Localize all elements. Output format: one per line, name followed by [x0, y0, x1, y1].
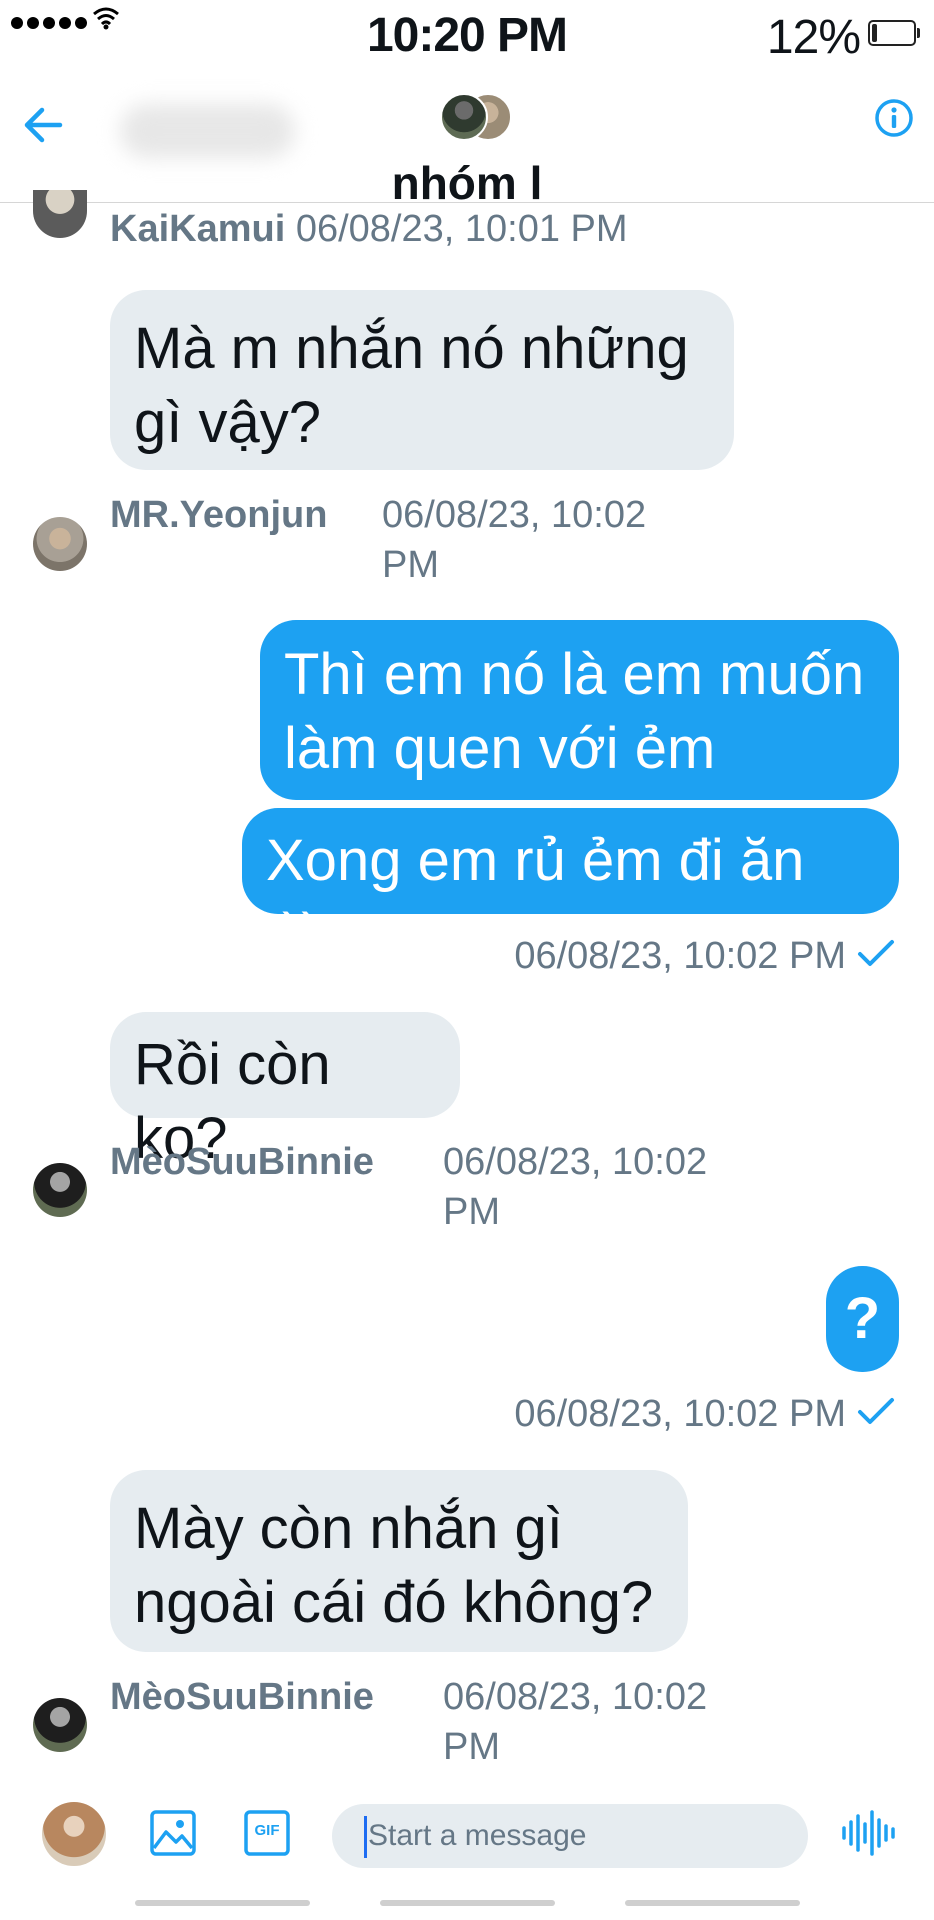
- gif-button[interactable]: GIF: [242, 1808, 292, 1858]
- check-icon: [856, 1396, 896, 1431]
- message-timestamp: 06/08/23, 10:02 PM: [443, 1141, 708, 1233]
- message-timestamp: 06/08/23, 10:02 PM: [382, 494, 647, 586]
- bottom-bar: [135, 1900, 310, 1906]
- message-meta: KaiKamui 06/08/23, 10:01 PM: [110, 204, 628, 254]
- voice-waveform-icon: [842, 1810, 895, 1856]
- arrow-left-icon: [24, 107, 63, 143]
- message-text-line: Mày còn nhắn gì: [134, 1496, 563, 1561]
- sent-timestamp: 06/08/23, 10:02 PM: [514, 935, 846, 977]
- bottom-bar: [380, 1900, 555, 1906]
- message-text-line: Thì em nó là em muốn: [284, 642, 865, 707]
- message-meta: MèoSuuBinnie: [110, 1672, 374, 1722]
- message-text-line: gì vậy?: [134, 390, 321, 455]
- message-meta: MR.Yeonjun: [110, 490, 327, 540]
- info-button[interactable]: [874, 98, 914, 138]
- sent-timestamp: 06/08/23, 10:02 PM: [514, 1393, 846, 1435]
- blurred-name: [120, 104, 295, 158]
- voice-button[interactable]: [840, 1808, 898, 1858]
- outgoing-message-bubble[interactable]: Thì em nó là em muốn làm quen với ẻm: [260, 620, 899, 800]
- message-text-line: Mà m nhắn nó những: [134, 316, 689, 381]
- conversation-title[interactable]: nhóm l: [0, 156, 934, 202]
- avatar[interactable]: [33, 1698, 87, 1752]
- message-timestamp: 06/08/23, 10:01 PM: [295, 208, 628, 250]
- gif-label: GIF: [254, 1822, 280, 1839]
- message-timestamp: 06/08/23, 10:02 PM: [443, 1676, 708, 1768]
- message-text-line: ngoài cái đó không?: [134, 1570, 654, 1635]
- incoming-message-bubble[interactable]: Mà m nhắn nó những gì vậy?: [110, 290, 734, 470]
- avatar[interactable]: [33, 517, 87, 571]
- sender-name: MR.Yeonjun: [110, 494, 328, 536]
- incoming-message-bubble[interactable]: Mày còn nhắn gì ngoài cái đó không?: [110, 1470, 688, 1652]
- check-icon: [856, 938, 896, 973]
- text-cursor: [364, 1816, 367, 1858]
- back-button[interactable]: [18, 98, 72, 152]
- message-text: ?: [844, 1286, 881, 1351]
- outgoing-message-bubble[interactable]: ?: [826, 1266, 899, 1372]
- bottom-bar: [625, 1900, 800, 1906]
- battery-percentage: 12%: [766, 11, 861, 64]
- sender-name: MèoSuuBinnie: [110, 1141, 374, 1183]
- outgoing-message-bubble[interactable]: Xong em rủ ẻm đi ăn :)): [242, 808, 899, 967]
- avatar[interactable]: [33, 1163, 87, 1217]
- avatar[interactable]: [33, 190, 87, 238]
- image-icon: [150, 1810, 196, 1856]
- incoming-message-bubble[interactable]: Rồi còn ko?: [110, 1012, 460, 1171]
- group-avatar[interactable]: [440, 93, 512, 141]
- conversation-header: nhóm l: [0, 60, 934, 203]
- message-input[interactable]: [332, 1804, 808, 1868]
- info-icon: [875, 99, 913, 137]
- image-button[interactable]: [148, 1808, 198, 1858]
- status-bar: 10:20 PM 12%: [0, 0, 934, 64]
- avatar[interactable]: [42, 1802, 106, 1866]
- message-meta: MèoSuuBinnie: [110, 1137, 374, 1187]
- sender-name: KaiKamui: [110, 208, 286, 250]
- battery-icon: [868, 20, 920, 46]
- message-text-line: làm quen với ẻm: [284, 716, 716, 781]
- sender-name: MèoSuuBinnie: [110, 1676, 374, 1718]
